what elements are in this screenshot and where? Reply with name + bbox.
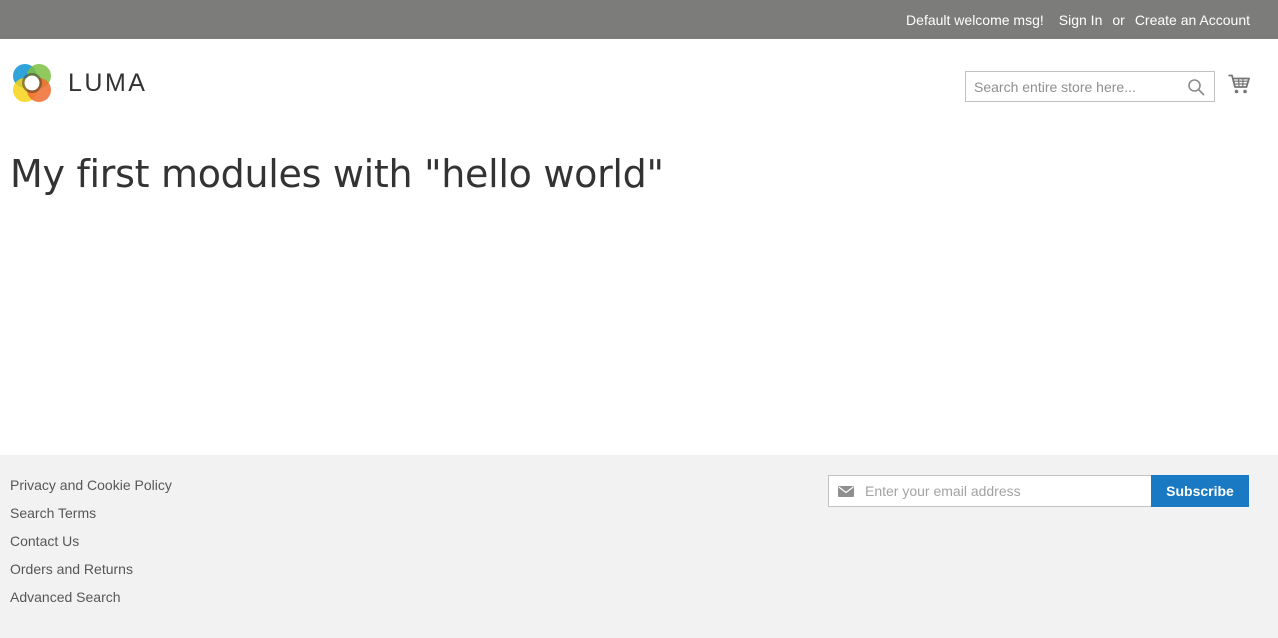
newsletter-email-input[interactable]	[859, 476, 1149, 506]
list-item: Contact Us	[10, 531, 172, 559]
footer-link-privacy[interactable]: Privacy and Cookie Policy	[10, 477, 172, 493]
search-input[interactable]	[966, 72, 1181, 101]
page-footer: Privacy and Cookie Policy Search Terms C…	[0, 455, 1278, 638]
list-item: Advanced Search	[10, 587, 172, 615]
logo-text: LUMA	[68, 68, 148, 97]
envelope-icon	[838, 486, 854, 497]
cart-icon[interactable]	[1228, 73, 1250, 95]
footer-link-advanced-search[interactable]: Advanced Search	[10, 589, 121, 605]
create-account-link[interactable]: Create an Account	[1135, 12, 1250, 28]
footer-link-search-terms[interactable]: Search Terms	[10, 505, 96, 521]
list-item: Privacy and Cookie Policy	[10, 475, 172, 503]
newsletter-form: Subscribe	[828, 475, 1249, 507]
footer-link-orders-returns[interactable]: Orders and Returns	[10, 561, 133, 577]
subscribe-button[interactable]: Subscribe	[1151, 475, 1249, 507]
store-logo[interactable]: LUMA	[10, 61, 147, 105]
sign-in-link[interactable]: Sign In	[1059, 12, 1103, 28]
search-icon[interactable]	[1187, 78, 1205, 96]
welcome-message: Default welcome msg!	[906, 11, 1044, 28]
luma-logo-icon	[13, 64, 51, 102]
page-title: My first modules with "hello world"	[10, 152, 664, 196]
newsletter-field	[828, 475, 1152, 507]
header-links: Default welcome msg! Sign In or Create a…	[906, 0, 1250, 39]
or-separator: or	[1112, 11, 1125, 28]
search-box	[965, 71, 1215, 102]
footer-link-contact[interactable]: Contact Us	[10, 533, 79, 549]
list-item: Orders and Returns	[10, 559, 172, 587]
top-bar: Default welcome msg! Sign In or Create a…	[0, 0, 1278, 39]
list-item: Search Terms	[10, 503, 172, 531]
footer-links: Privacy and Cookie Policy Search Terms C…	[10, 475, 172, 615]
